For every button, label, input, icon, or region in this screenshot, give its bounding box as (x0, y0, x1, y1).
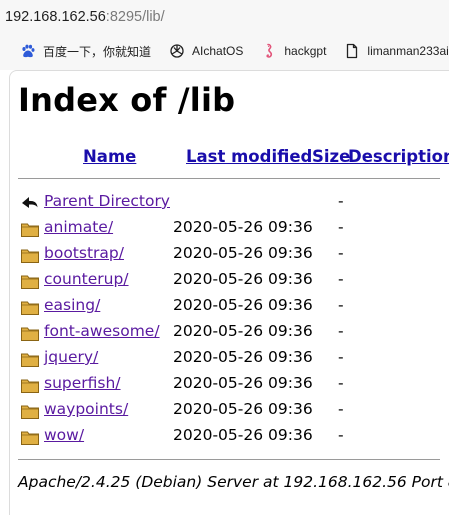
last-modified: 2020-05-26 09:36 (173, 426, 313, 444)
directory-link[interactable]: waypoints/ (44, 400, 128, 418)
bookmark-hackgpt[interactable]: hackgpt (261, 43, 326, 59)
directory-row: wow/2020-05-26 09:36 - (18, 425, 443, 449)
directory-row: jquery/2020-05-26 09:36 - (18, 347, 443, 371)
directory-row: easing/2020-05-26 09:36 - (18, 295, 443, 319)
folder-icon (20, 245, 40, 265)
folder-icon (20, 349, 40, 369)
directory-link[interactable]: counterup/ (44, 270, 129, 288)
directory-link[interactable]: bootstrap/ (44, 244, 124, 262)
page-title: Index of /lib (18, 81, 236, 119)
baidu-paw-icon (20, 43, 36, 59)
folder-icon (20, 375, 40, 395)
folder-icon (20, 297, 40, 317)
size-value: - (338, 374, 344, 392)
directory-row: waypoints/2020-05-26 09:36 - (18, 399, 443, 423)
folder-icon (20, 271, 40, 291)
directory-row: superfish/2020-05-26 09:36 - (18, 373, 443, 397)
bookmark-baidu[interactable]: 百度一下，你就知道 (20, 43, 151, 60)
column-header-description[interactable]: Description (348, 147, 449, 166)
openai-knot-icon (169, 43, 185, 59)
last-modified: 2020-05-26 09:36 (173, 296, 313, 314)
bookmarks-bar: 百度一下，你就知道 AIchatOS hackgpt limanman233ai (0, 34, 449, 68)
column-header-size[interactable]: Size (312, 147, 350, 166)
last-modified: 2020-05-26 09:36 (173, 244, 313, 262)
url-host: 192.168.162.56 (5, 9, 106, 25)
size-value: - (338, 400, 344, 418)
column-header-last-modified[interactable]: Last modified (186, 147, 312, 166)
browser-chrome: 192.168.162.56:8295/lib/ 百度一下，你就知道 AIcha… (0, 0, 449, 70)
bookmark-limanman233ai[interactable]: limanman233ai (344, 43, 449, 59)
size-value: - (338, 348, 344, 366)
folder-icon (20, 323, 40, 343)
footer-divider (18, 459, 440, 460)
header-divider (18, 178, 440, 179)
size-value: - (338, 296, 344, 314)
folder-icon (20, 427, 40, 447)
page-content: Index of /lib Name Last modified Size De… (9, 70, 449, 515)
last-modified: 2020-05-26 09:36 (173, 400, 313, 418)
last-modified: 2020-05-26 09:36 (173, 374, 313, 392)
document-icon (344, 43, 360, 59)
size-value: - (338, 270, 344, 288)
bookmark-label: 百度一下，你就知道 (43, 44, 152, 59)
directory-link[interactable]: superfish/ (44, 374, 121, 392)
server-signature: Apache/2.4.25 (Debian) Server at 192.168… (18, 473, 449, 491)
size-value: - (338, 426, 344, 444)
directory-link[interactable]: jquery/ (44, 348, 98, 366)
bookmark-aichatos[interactable]: AIchatOS (169, 43, 243, 59)
folder-icon (20, 401, 40, 421)
directory-link[interactable]: easing/ (44, 296, 100, 314)
bookmark-label: limanman233ai (367, 44, 449, 58)
directory-row: animate/2020-05-26 09:36 - (18, 217, 443, 241)
directory-link[interactable]: animate/ (44, 218, 113, 236)
size-value: - (338, 244, 344, 262)
parent-directory-link[interactable]: Parent Directory (44, 192, 170, 210)
last-modified: 2020-05-26 09:36 (173, 348, 313, 366)
last-modified: 2020-05-26 09:36 (173, 322, 313, 340)
size-value: - (338, 322, 344, 340)
parent-size: - (338, 192, 344, 210)
directory-link[interactable]: wow/ (44, 426, 84, 444)
seahorse-icon (261, 43, 277, 59)
size-value: - (338, 218, 344, 236)
directory-link[interactable]: font-awesome/ (44, 322, 160, 340)
directory-row: font-awesome/2020-05-26 09:36 - (18, 321, 443, 345)
last-modified: 2020-05-26 09:36 (173, 218, 313, 236)
column-header-name[interactable]: Name (83, 147, 136, 166)
folder-icon (20, 219, 40, 239)
back-arrow-icon (20, 193, 40, 213)
bookmark-label: AIchatOS (192, 44, 244, 58)
directory-row: bootstrap/2020-05-26 09:36 - (18, 243, 443, 267)
parent-directory-row: Parent Directory - (18, 191, 443, 215)
url-port-path: :8295/lib/ (105, 9, 165, 25)
address-bar[interactable]: 192.168.162.56:8295/lib/ (0, 0, 449, 34)
bookmark-label: hackgpt (284, 44, 327, 58)
directory-row: counterup/2020-05-26 09:36 - (18, 269, 443, 293)
last-modified: 2020-05-26 09:36 (173, 270, 313, 288)
